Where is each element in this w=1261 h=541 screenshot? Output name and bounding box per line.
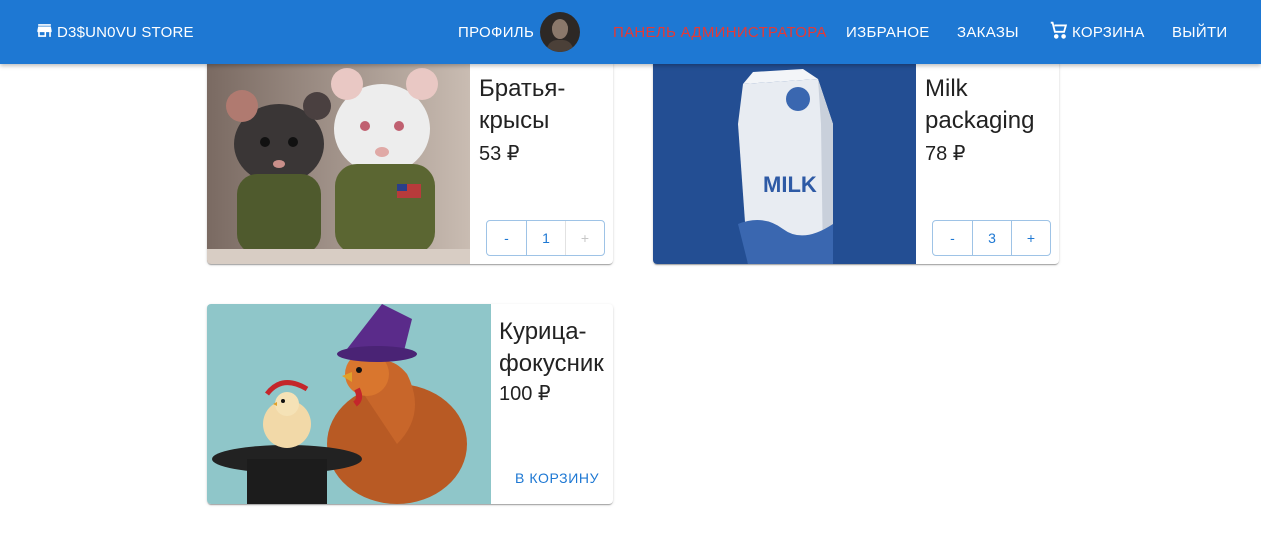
nav-favorites[interactable]: ИЗБРАНОЕ [846, 22, 930, 42]
decrement-button[interactable]: - [487, 221, 526, 255]
product-card: Братья-крысы 53 ₽ - 1 + [207, 57, 613, 264]
milk-label: MILK [763, 172, 817, 197]
add-to-cart-button[interactable]: В КОРЗИНУ [515, 470, 599, 486]
nav-admin-panel[interactable]: ПАНЕЛЬ АДМИНИСТРАТОРА [613, 22, 827, 42]
quantity-stepper: - 1 + [486, 220, 605, 256]
product-price: 78 ₽ [925, 143, 966, 165]
quantity-value: 1 [526, 221, 565, 255]
brand-link[interactable]: D3$UN0VU STORE [35, 22, 194, 42]
nav-logout[interactable]: ВЫЙТИ [1172, 22, 1228, 42]
cart-label: КОРЗИНА [1072, 23, 1145, 41]
nav-orders[interactable]: ЗАКАЗЫ [957, 22, 1019, 42]
product-card: MILK Milk packaging 78 ₽ - 3 + [653, 57, 1059, 264]
product-price: 100 ₽ [499, 383, 551, 405]
product-price: 53 ₽ [479, 143, 520, 165]
increment-button[interactable]: + [1011, 221, 1050, 255]
nav-cart[interactable]: КОРЗИНА [1048, 19, 1145, 45]
product-title: Братья-крысы [479, 75, 566, 134]
product-card: Курица-фокусник 100 ₽ В КОРЗИНУ [207, 304, 613, 504]
milk-image: MILK [653, 64, 916, 264]
decrement-button[interactable]: - [933, 221, 972, 255]
store-icon [35, 21, 57, 44]
quantity-stepper: - 3 + [932, 220, 1051, 256]
nav-profile[interactable]: ПРОФИЛЬ [458, 22, 534, 42]
quantity-value: 3 [972, 221, 1011, 255]
product-title: Milk packaging [925, 75, 1035, 134]
avatar[interactable] [540, 12, 580, 52]
cart-icon [1048, 19, 1072, 45]
chicken-image [207, 304, 491, 504]
product-title: Курица-фокусник [499, 318, 604, 377]
brand-name: D3$UN0VU STORE [57, 23, 194, 41]
rats-image [207, 64, 470, 264]
app-bar: D3$UN0VU STORE ПРОФИЛЬ ПАНЕЛЬ АДМИНИСТРА… [0, 0, 1261, 64]
increment-button[interactable]: + [565, 221, 604, 255]
